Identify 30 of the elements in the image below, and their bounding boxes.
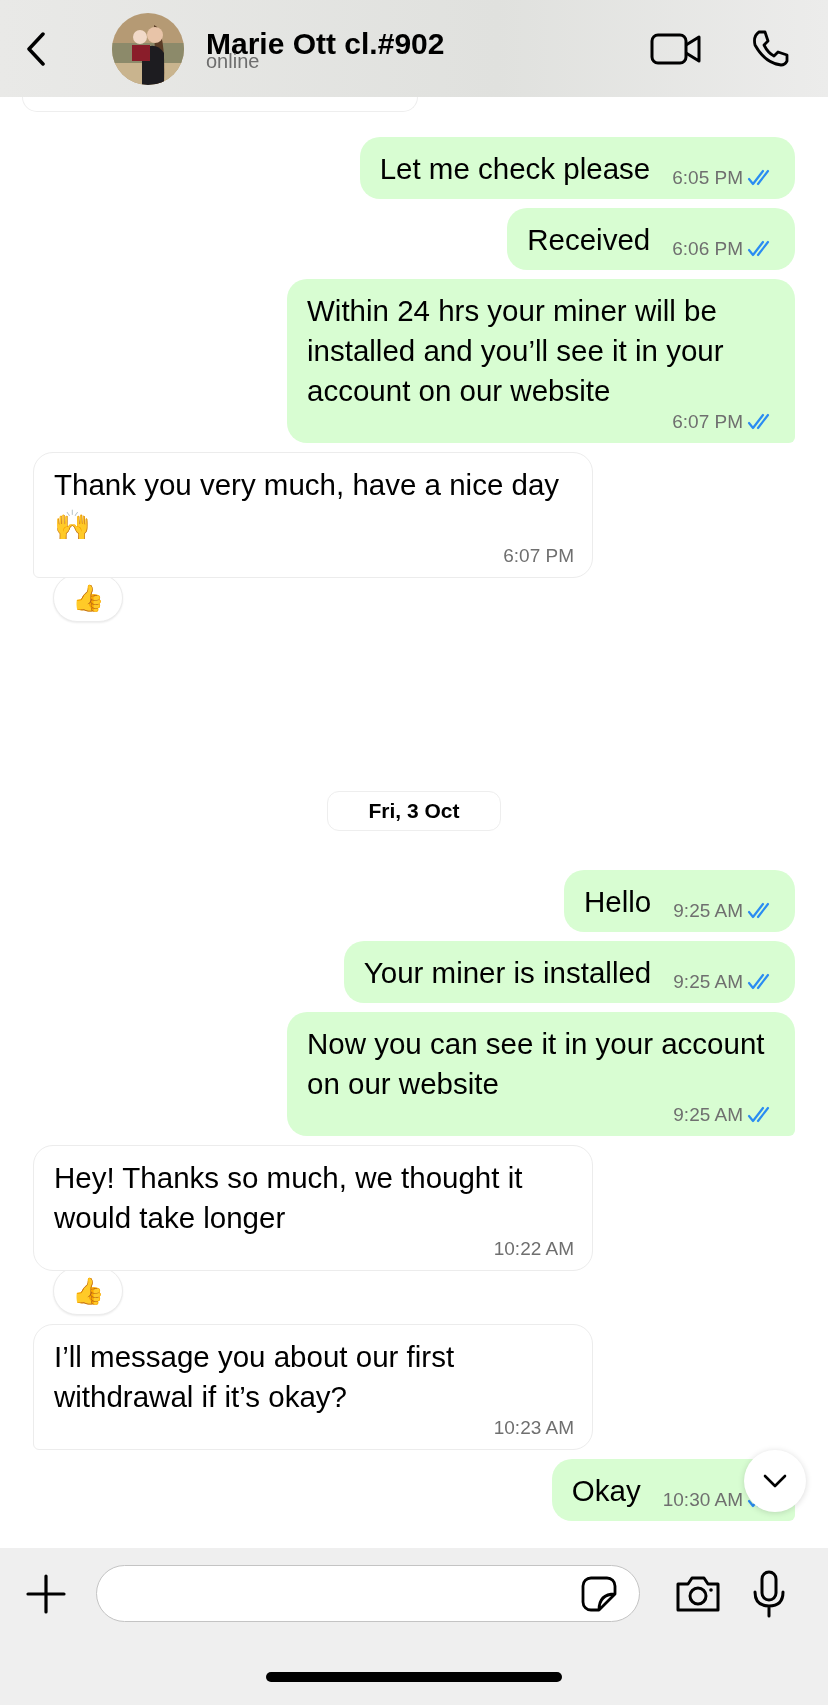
message-text: Your miner is installed: [363, 955, 652, 991]
message-time: 6:07 PM: [672, 411, 743, 433]
sticker-icon[interactable]: [581, 1575, 617, 1612]
message-time: 9:25 AM: [673, 900, 743, 922]
chevron-down-icon: [763, 1474, 787, 1488]
message-time: 9:25 AM: [673, 1104, 743, 1126]
back-icon[interactable]: [26, 31, 46, 66]
message-time: 6:05 PM: [672, 167, 743, 189]
phone-icon[interactable]: [750, 28, 790, 69]
message-time: 6:06 PM: [672, 238, 743, 260]
message-text: Hey! Thanks so much, we thought it would take longer: [54, 1160, 524, 1236]
message-time: 10:22 AM: [493, 1238, 574, 1260]
message-text: Received: [527, 222, 651, 258]
microphone-icon[interactable]: [752, 1569, 786, 1618]
scroll-down-button[interactable]: [744, 1450, 806, 1512]
message-text: Okay: [571, 1473, 641, 1509]
message-text: Hello: [584, 884, 652, 920]
message-input[interactable]: [96, 1565, 640, 1622]
message-text: Now you can see it in your account on our website: [307, 1026, 766, 1102]
video-camera-icon[interactable]: [650, 31, 702, 66]
message-time: 6:07 PM: [503, 545, 574, 567]
plus-icon[interactable]: [26, 1573, 66, 1614]
message-time: 9:25 AM: [673, 971, 743, 993]
message-text: I’ll message you about our first withdrawal if it’s okay?: [54, 1339, 456, 1415]
message-time: 10:30 AM: [662, 1489, 743, 1511]
date-divider: Fri, 3 Oct: [327, 791, 501, 831]
message-text: Thank you very much, have a nice day 🙌: [54, 467, 561, 543]
message-text: Within 24 hrs your miner will be installed and you’ll see it in your account on our website: [307, 293, 725, 409]
message-time: 10:23 AM: [493, 1417, 574, 1439]
message-text: Let me check please: [379, 151, 651, 187]
